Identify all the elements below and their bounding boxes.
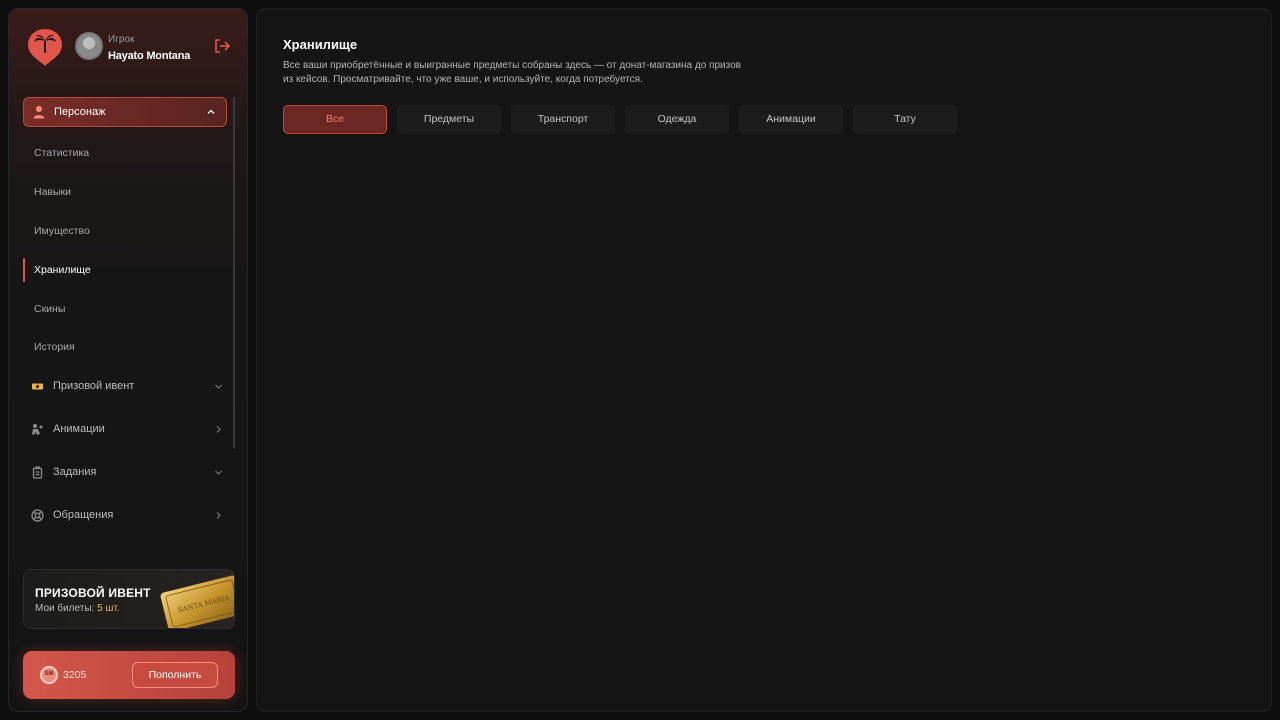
sub-item-property[interactable]: Имущество [34,225,90,237]
ticket-icon [32,383,43,390]
logout-icon[interactable] [213,37,231,55]
chevron-down-icon [215,384,222,389]
tab-items[interactable]: Предметы [397,105,501,134]
tab-transport[interactable]: Транспорт [511,105,615,134]
nav-animations[interactable]: Анимации [23,419,227,441]
animation-icon [32,424,43,435]
balance-bar: SM 3205 Пополнить [23,651,235,699]
event-tickets-label: Мои билеты: [35,603,95,614]
sub-item-skills[interactable]: Навыки [34,186,71,198]
prize-event-card[interactable]: ПРИЗОВОЙ ИВЕНТ Мои билеты: 5 шт. SANTA M… [23,569,235,629]
coin-icon: SM [40,666,58,684]
nav-prize-event-label: Призовой ивент [53,380,135,392]
nav-support-label: Обращения [53,509,114,521]
sub-item-stats[interactable]: Статистика [34,147,89,159]
sidebar: Игрок Hayato Montana Персонаж Статистика… [8,8,248,712]
tab-animations[interactable]: Анимации [739,105,843,134]
golden-ticket-icon: SANTA MARIA [160,575,234,628]
sub-item-skins[interactable]: Скины [34,303,65,315]
profile-role: Игрок [108,34,135,45]
page-description: Все ваши приобретённые и выигранные пред… [283,60,741,85]
support-icon [31,509,44,522]
coin-label: SM [44,671,54,677]
nav-character[interactable]: Персонаж [23,97,227,127]
active-indicator [23,258,25,282]
user-icon [33,106,45,119]
chevron-right-icon [216,512,221,519]
chevron-right-icon [216,426,221,433]
main-panel: Хранилище Все ваши приобретённые и выигр… [256,8,1272,712]
event-tickets: Мои билеты: 5 шт. [35,603,120,614]
avatar[interactable] [75,32,103,60]
palm-logo-icon[interactable] [27,27,63,67]
nav-animations-label: Анимации [53,423,105,435]
sub-item-history[interactable]: История [34,341,75,353]
chevron-up-icon [207,109,215,114]
nav-tasks[interactable]: Задания [23,462,227,484]
profile-name: Hayato Montana [108,50,191,62]
tasks-icon [32,466,43,479]
page-title: Хранилище [283,37,358,52]
nav-prize-event[interactable]: Призовой ивент [23,376,227,398]
category-tabs: Все Предметы Транспорт Одежда Анимации Т… [283,105,957,134]
topup-button[interactable]: Пополнить [132,662,218,688]
chevron-down-icon [215,470,222,475]
sub-item-storage[interactable]: Хранилище [34,264,91,276]
tab-tattoo[interactable]: Тату [853,105,957,134]
nav-tasks-label: Задания [53,466,97,478]
nav-character-label: Персонаж [54,106,106,118]
nav-support[interactable]: Обращения [23,505,227,527]
tab-clothes[interactable]: Одежда [625,105,729,134]
sidebar-scrollbar[interactable] [233,97,235,449]
event-tickets-value: 5 шт. [97,603,120,614]
tab-all[interactable]: Все [283,105,387,134]
balance-value: 3205 [63,669,87,681]
event-title: ПРИЗОВОЙ ИВЕНТ [35,586,151,600]
